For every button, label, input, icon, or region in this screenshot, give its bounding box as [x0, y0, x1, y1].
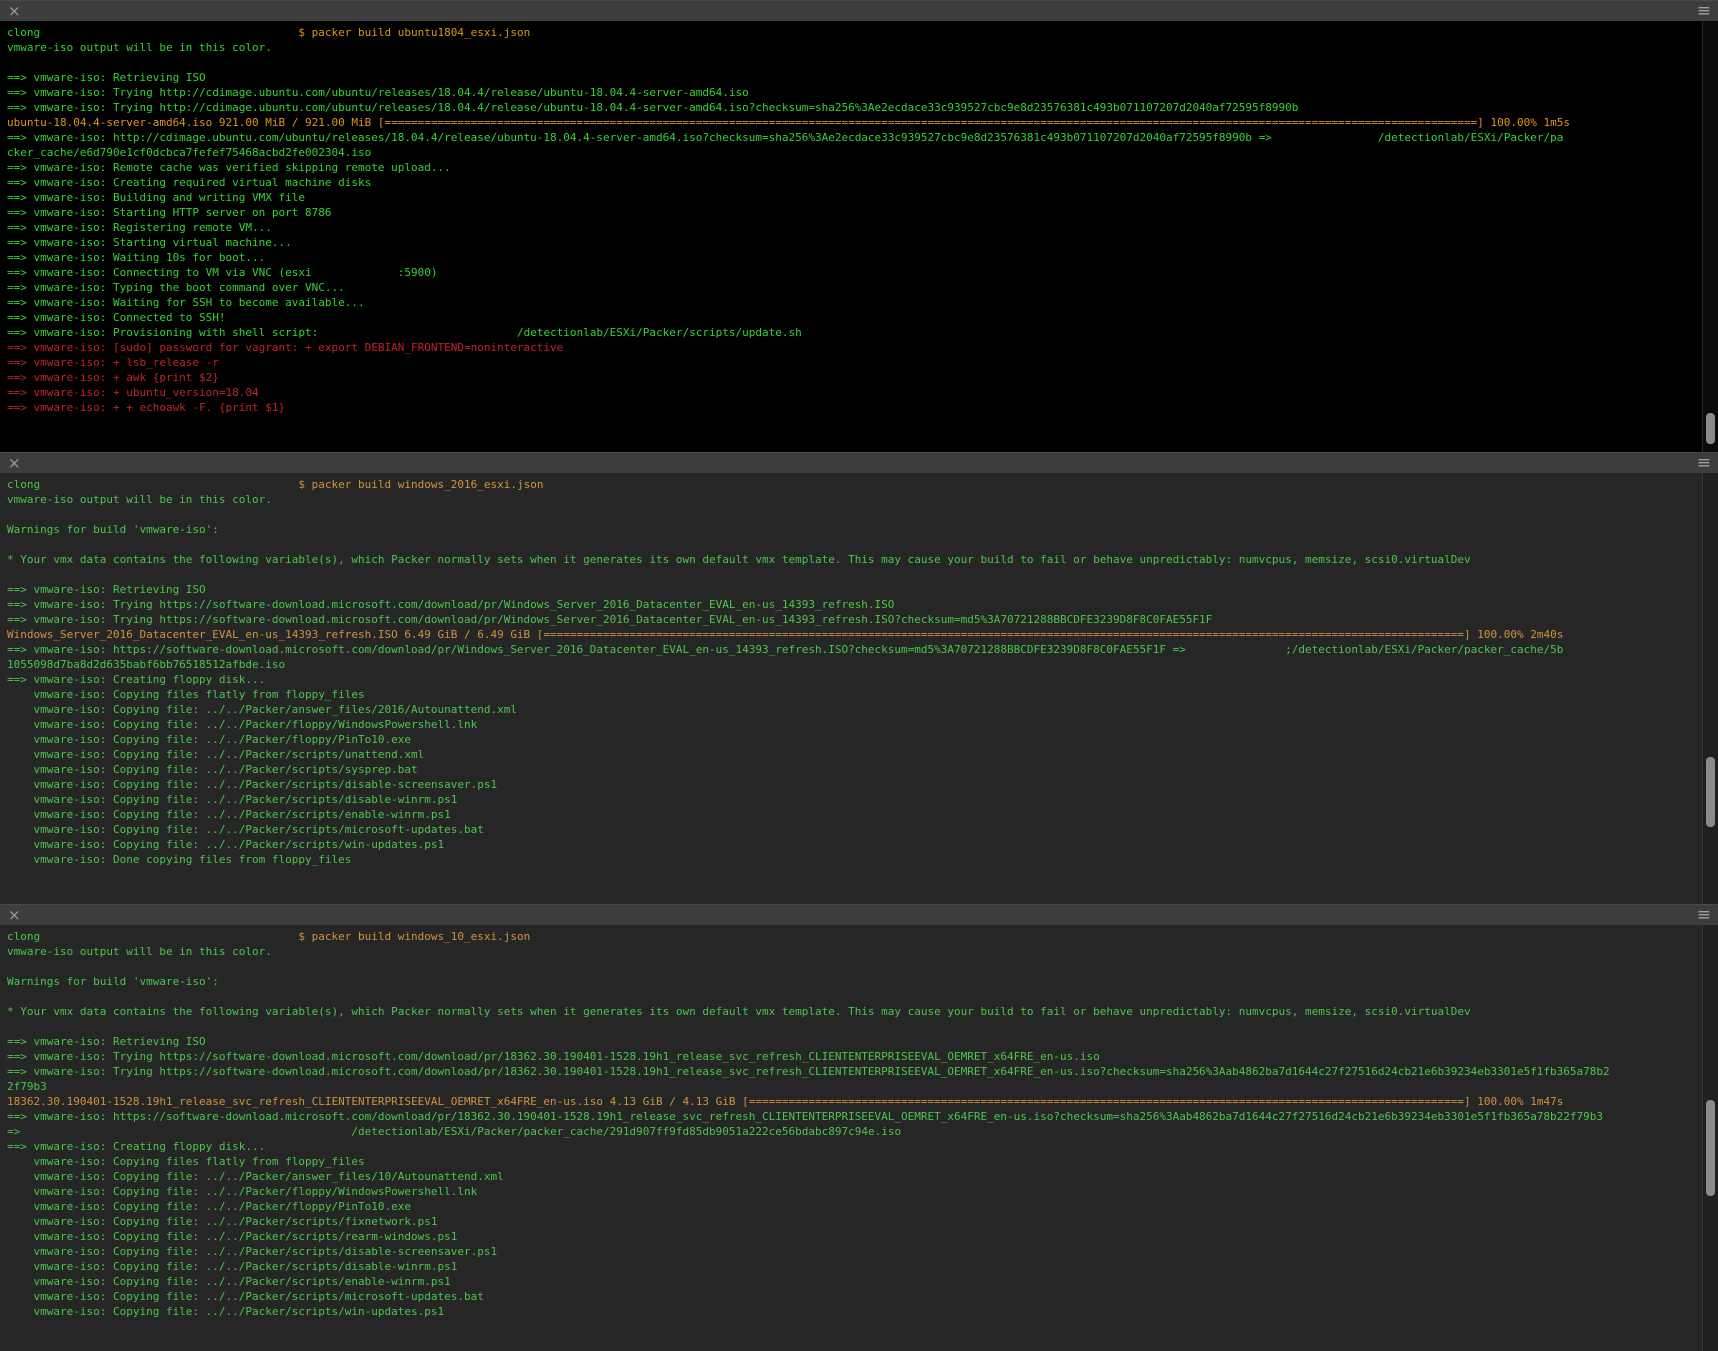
terminal-line: * Your vmx data contains the following v… — [7, 552, 1702, 567]
terminal-line: ==> vmware-iso: Building and writing VMX… — [7, 190, 1702, 205]
terminal-output[interactable]: clong $ packer build windows_2016_esxi.j… — [0, 473, 1702, 904]
terminal-line: ==> vmware-iso: Trying http://cdimage.ub… — [7, 100, 1702, 115]
scrollbar — [1702, 925, 1718, 1351]
terminal-output[interactable]: clong $ packer build ubuntu1804_esxi.jso… — [0, 21, 1702, 452]
terminal-line — [7, 989, 1702, 1004]
scrollbar — [1702, 21, 1718, 452]
terminal-line: ==> vmware-iso: Trying http://cdimage.ub… — [7, 85, 1702, 100]
terminal-line: ==> vmware-iso: https://software-downloa… — [7, 1109, 1702, 1124]
terminal-line: vmware-iso: Copying file: ../../Packer/s… — [7, 822, 1702, 837]
terminal-line: vmware-iso: Copying file: ../../Packer/s… — [7, 1229, 1702, 1244]
terminal-pane-ubuntu1804: × ≡ clong $ packer build ubuntu1804_esxi… — [0, 0, 1718, 452]
terminal-line: ==> vmware-iso: Waiting 10s for boot... — [7, 250, 1702, 265]
terminal-line — [7, 959, 1702, 974]
close-icon[interactable]: × — [8, 453, 21, 474]
scrollbar-thumb[interactable] — [1706, 413, 1715, 444]
terminal-line: vmware-iso: Copying file: ../../Packer/f… — [7, 717, 1702, 732]
terminal-line: ==> vmware-iso: Starting HTTP server on … — [7, 205, 1702, 220]
terminal-line: ==> vmware-iso: + lsb_release -r — [7, 355, 1702, 370]
terminal-line: clong $ packer build windows_2016_esxi.j… — [7, 477, 1702, 492]
close-icon[interactable]: × — [8, 1, 21, 22]
terminal-line: vmware-iso: Copying file: ../../Packer/s… — [7, 747, 1702, 762]
terminal-line: ==> vmware-iso: Starting virtual machine… — [7, 235, 1702, 250]
terminal-line: vmware-iso: Copying file: ../../Packer/s… — [7, 1244, 1702, 1259]
menu-icon[interactable]: ≡ — [1697, 905, 1711, 926]
terminal-line: vmware-iso output will be in this color. — [7, 944, 1702, 959]
terminal-line — [7, 507, 1702, 522]
terminal-line: Windows_Server_2016_Datacenter_EVAL_en-u… — [7, 627, 1702, 642]
pane-titlebar[interactable]: × ≡ — [0, 904, 1718, 925]
terminal-line: 18362.30.190401-1528.19h1_release_svc_re… — [7, 1094, 1702, 1109]
terminal-line — [7, 537, 1702, 552]
terminal-line: * Your vmx data contains the following v… — [7, 1004, 1702, 1019]
terminal-line: vmware-iso: Copying file: ../../Packer/s… — [7, 762, 1702, 777]
terminal-line: vmware-iso: Copying file: ../../Packer/s… — [7, 1214, 1702, 1229]
terminal-line: vmware-iso: Copying file: ../../Packer/s… — [7, 792, 1702, 807]
terminal-line: vmware-iso: Copying file: ../../Packer/f… — [7, 732, 1702, 747]
terminal-line: ==> vmware-iso: [sudo] password for vagr… — [7, 340, 1702, 355]
terminal-line: clong $ packer build windows_10_esxi.jso… — [7, 929, 1702, 944]
terminal-line: Warnings for build 'vmware-iso': — [7, 974, 1702, 989]
terminal-line: vmware-iso output will be in this color. — [7, 492, 1702, 507]
terminal-line: ==> vmware-iso: + + echoawk -F. {print $… — [7, 400, 1702, 415]
terminal-line: ==> vmware-iso: Trying https://software-… — [7, 1049, 1702, 1064]
terminal-line — [7, 55, 1702, 70]
terminal-line: vmware-iso: Copying file: ../../Packer/s… — [7, 837, 1702, 852]
terminal-line: ==> vmware-iso: Connecting to VM via VNC… — [7, 265, 1702, 280]
terminal-line: vmware-iso: Copying file: ../../Packer/s… — [7, 777, 1702, 792]
terminal-line: ubuntu-18.04.4-server-amd64.iso 921.00 M… — [7, 115, 1702, 130]
pane-titlebar[interactable]: × ≡ — [0, 452, 1718, 473]
menu-icon[interactable]: ≡ — [1697, 1, 1711, 22]
close-icon[interactable]: × — [8, 905, 21, 926]
terminal-line: vmware-iso: Copying files flatly from fl… — [7, 687, 1702, 702]
terminal-line: vmware-iso: Copying file: ../../Packer/s… — [7, 1259, 1702, 1274]
scrollbar-thumb[interactable] — [1706, 1100, 1715, 1196]
terminal-line: vmware-iso: Copying file: ../../Packer/f… — [7, 1184, 1702, 1199]
terminal-line: vmware-iso: Copying file: ../../Packer/s… — [7, 1304, 1702, 1319]
terminal-line — [7, 567, 1702, 582]
terminal-line: vmware-iso: Done copying files from flop… — [7, 852, 1702, 867]
scrollbar — [1702, 473, 1718, 904]
terminal-line: vmware-iso: Copying file: ../../Packer/a… — [7, 702, 1702, 717]
terminal-line: ==> vmware-iso: Retrieving ISO — [7, 70, 1702, 85]
terminal-line: ==> vmware-iso: + awk {print $2} — [7, 370, 1702, 385]
terminal-line: ==> vmware-iso: Retrieving ISO — [7, 582, 1702, 597]
terminal-line: ==> vmware-iso: https://software-downloa… — [7, 642, 1702, 657]
terminal-line: ==> vmware-iso: Creating floppy disk... — [7, 672, 1702, 687]
terminal-line: ==> vmware-iso: http://cdimage.ubuntu.co… — [7, 130, 1702, 145]
terminal-line: ==> vmware-iso: Trying https://software-… — [7, 1064, 1702, 1079]
terminal-line: clong $ packer build ubuntu1804_esxi.jso… — [7, 25, 1702, 40]
terminal-line: ==> vmware-iso: Remote cache was verifie… — [7, 160, 1702, 175]
terminal-output[interactable]: clong $ packer build windows_10_esxi.jso… — [0, 925, 1702, 1351]
menu-icon[interactable]: ≡ — [1697, 453, 1711, 474]
terminal-line: vmware-iso: Copying files flatly from fl… — [7, 1154, 1702, 1169]
terminal-line: cker_cache/e6d790e1cf0dcbca7fefef75468ac… — [7, 145, 1702, 160]
terminal-line: vmware-iso: Copying file: ../../Packer/s… — [7, 1274, 1702, 1289]
terminal-line: ==> vmware-iso: Trying https://software-… — [7, 597, 1702, 612]
terminal-line: 2f79b3 — [7, 1079, 1702, 1094]
terminal-line: ==> vmware-iso: Typing the boot command … — [7, 280, 1702, 295]
terminal-line: vmware-iso: Copying file: ../../Packer/f… — [7, 1199, 1702, 1214]
terminal-line: vmware-iso: Copying file: ../../Packer/s… — [7, 1289, 1702, 1304]
terminal-line: ==> vmware-iso: Provisioning with shell … — [7, 325, 1702, 340]
terminal-line: Warnings for build 'vmware-iso': — [7, 522, 1702, 537]
terminal-pane-windows10: × ≡ clong $ packer build windows_10_esxi… — [0, 904, 1718, 1351]
terminal-line: ==> vmware-iso: Connected to SSH! — [7, 310, 1702, 325]
terminal-line: => /detectionlab/ESXi/Packer/packer_cach… — [7, 1124, 1702, 1139]
terminal-line: ==> vmware-iso: Trying https://software-… — [7, 612, 1702, 627]
pane-titlebar[interactable]: × ≡ — [0, 0, 1718, 21]
terminal-pane-windows2016: × ≡ clong $ packer build windows_2016_es… — [0, 452, 1718, 904]
terminal-line: vmware-iso: Copying file: ../../Packer/s… — [7, 807, 1702, 822]
terminal-line: ==> vmware-iso: Creating floppy disk... — [7, 1139, 1702, 1154]
terminal-line: ==> vmware-iso: Waiting for SSH to becom… — [7, 295, 1702, 310]
scrollbar-thumb[interactable] — [1706, 757, 1715, 827]
terminal-line: ==> vmware-iso: + ubuntu_version=18.04 — [7, 385, 1702, 400]
terminal-line: vmware-iso: Copying file: ../../Packer/a… — [7, 1169, 1702, 1184]
terminal-line: ==> vmware-iso: Registering remote VM... — [7, 220, 1702, 235]
terminal-line: 1055098d7ba8d2d635babf6bb76518512afbde.i… — [7, 657, 1702, 672]
terminal-line: ==> vmware-iso: Retrieving ISO — [7, 1034, 1702, 1049]
terminal-line — [7, 1019, 1702, 1034]
terminal-line: vmware-iso output will be in this color. — [7, 40, 1702, 55]
terminal-line: ==> vmware-iso: Creating required virtua… — [7, 175, 1702, 190]
